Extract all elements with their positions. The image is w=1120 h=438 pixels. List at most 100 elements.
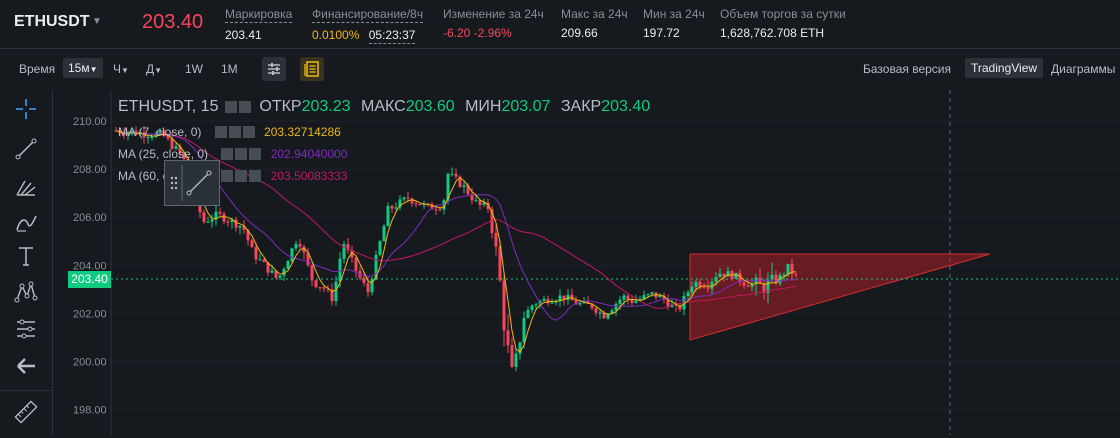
candle-body [770,274,774,281]
gear-icon[interactable] [235,148,248,160]
triangle-drawing[interactable] [689,253,991,341]
candle-body [734,272,738,279]
fib-tools-icon[interactable] [12,172,40,200]
close-icon[interactable] [242,126,255,138]
candle-body [202,212,206,222]
candle-body [786,263,790,275]
text-tool-icon[interactable] [12,242,40,270]
notes-icon[interactable] [300,57,324,81]
candle-body [290,248,294,262]
candle-body [622,295,626,300]
candle-body [454,173,458,177]
chart-canvas[interactable]: 210.00208.00206.00204.00202.00200.00198.… [53,90,1120,435]
candle-body [390,206,394,209]
change-24h-stat: Изменение за 24ч -6.20 -2.96% [443,7,544,40]
chart-toolbar: Время 15м▼ Ч▼ Д▼ 1W 1M Базовая версия Tr… [0,49,1120,89]
candle-body [438,209,442,211]
candle-body [578,303,582,305]
candle-body [386,206,390,227]
candle-body [450,173,454,175]
pattern-tool-icon[interactable] [12,278,40,306]
candle-body [406,197,410,199]
chevron-down-icon[interactable]: ▼ [92,16,102,27]
candle-body [718,273,722,278]
indicator-settings-icon[interactable] [262,57,286,81]
candle-body [414,203,418,205]
ruler-icon[interactable] [12,398,40,426]
candle-body [238,225,242,228]
interval-1m[interactable]: 1M [221,62,238,76]
brush-icon[interactable] [12,208,40,236]
eye-icon[interactable] [221,148,234,160]
candle-body [418,203,422,206]
candle-body [382,226,386,242]
candle-body [262,259,266,263]
drawing-toolbar [0,90,53,435]
gear-icon[interactable] [238,101,251,113]
time-label: Время [19,62,56,76]
candle-body [706,287,710,289]
candle-body [222,213,226,222]
candle-body [746,285,750,287]
close-icon[interactable] [249,170,262,182]
divider [0,390,52,391]
candle-body [298,244,302,247]
interval-day[interactable]: Д▼ [146,62,162,76]
trend-line-icon[interactable] [12,135,40,163]
candle-body [366,282,370,293]
candle-body [686,292,690,297]
interval-hour[interactable]: Ч▼ [113,62,129,76]
candle-body [514,353,518,367]
view-basic[interactable]: Базовая версия [863,62,951,76]
chevron-down-icon: ▼ [89,65,98,74]
candle-body [318,287,322,289]
candle-body [658,295,662,298]
arrow-left-icon[interactable] [12,352,40,380]
candle-body [626,295,630,300]
candle-body [618,299,622,305]
ohlc-legend: ETHUSDT, 15 ОТКР203.23 МАКС203.60 МИН203… [118,98,651,115]
price-tick-label: 202.00 [73,308,107,320]
candle-body [534,304,538,306]
price-tick-label: 210.00 [73,116,107,128]
gear-icon[interactable] [235,170,248,182]
interval-15m[interactable]: 15м▼ [63,58,103,78]
candle-body [742,282,746,286]
candle-body [394,207,398,209]
candle-body [714,277,718,282]
candle-body [594,308,598,313]
candle-body [226,221,230,223]
ma60-legend: MA (60, close, 0) 203.50083333 [118,169,348,183]
current-price-tag: 203.40 [68,271,111,288]
interval-1w[interactable]: 1W [185,62,203,76]
ma7-legend: MA (7, close, 0) 203.32714286 [118,125,341,139]
eye-icon[interactable] [221,170,234,182]
candle-body [782,274,786,276]
measure-tool-icon[interactable] [12,315,40,343]
candle-body [258,259,262,261]
ticker-header: ETHUSDT ▼ 203.40 Маркировка 203.41 Финан… [0,0,1120,49]
candle-body [206,221,210,223]
symbol-selector[interactable]: ETHUSDT [14,13,90,31]
candle-body [646,294,650,296]
candle-body [794,274,798,276]
eye-icon[interactable] [214,126,227,138]
candle-body [310,265,314,281]
candle-body [250,240,254,248]
drawing-tool-popup[interactable] [164,160,220,206]
candle-body [690,286,694,293]
view-tradingview[interactable]: TradingView [965,58,1044,78]
close-icon[interactable] [249,148,262,160]
candle-body [650,292,654,295]
candle-body [510,345,514,367]
price-chart[interactable]: 210.00 208.00 206.00 204.00 202.00 200.00 198.… [53,90,1120,435]
view-depth[interactable]: Диаграммы [1051,62,1115,76]
candle-body [314,280,318,288]
candle-body [210,219,214,222]
low-24h-stat: Мин за 24ч 197.72 [643,7,705,40]
funding-stat: Финансирование/8ч 0.0100% 05:23:37 [312,7,423,44]
eye-icon[interactable] [224,101,237,113]
candle-body [694,281,698,287]
gear-icon[interactable] [228,126,241,138]
crosshair-icon[interactable] [12,95,40,123]
